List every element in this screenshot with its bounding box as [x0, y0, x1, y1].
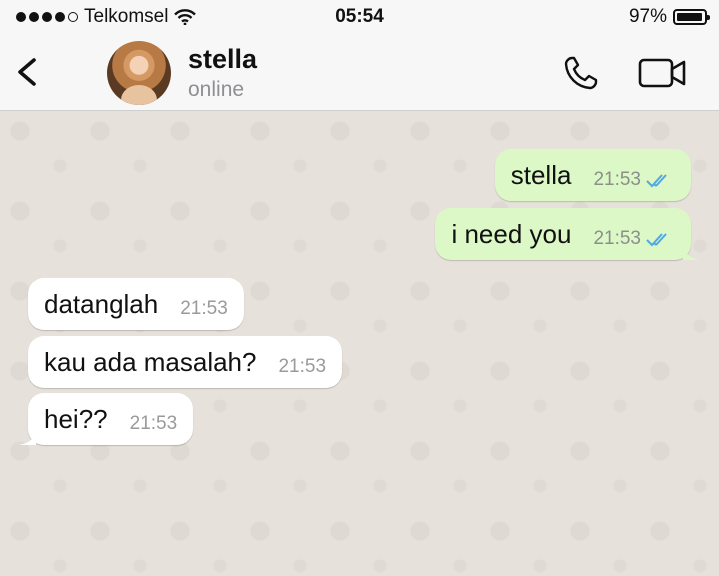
message-time: 21:53 — [180, 298, 228, 319]
message-text: datanglah — [44, 288, 159, 319]
battery-level-fill — [677, 13, 702, 21]
message-time: 21:53 — [278, 356, 327, 377]
read-double-check-icon — [646, 233, 667, 247]
message-text: stella — [510, 159, 572, 190]
message-text: hei?? — [44, 403, 108, 434]
message-time: 21:53 — [593, 228, 641, 249]
read-double-check-icon — [646, 174, 667, 188]
message-bubble-outgoing[interactable]: stella 21:53 — [494, 149, 691, 201]
status-right: 97% — [628, 6, 710, 28]
message-bubble-incoming[interactable]: hei?? 21:53 — [18, 393, 194, 445]
contact-status: online — [188, 78, 245, 101]
message-bubble-incoming[interactable]: kau ada masalah? 21:53 — [28, 336, 343, 388]
message-text: i need you — [451, 218, 572, 249]
bubble-tail — [683, 246, 701, 260]
message-time: 21:53 — [129, 413, 178, 434]
phone-call-icon[interactable] — [560, 52, 602, 94]
contact-avatar[interactable] — [107, 41, 171, 105]
contact-name[interactable]: stella — [188, 44, 257, 75]
message-time: 21:53 — [593, 169, 641, 190]
chat-messages-area[interactable]: stella 21:53 i need you 21:53 datanglah … — [0, 111, 719, 576]
bubble-tail — [18, 431, 36, 445]
chat-header: stella online — [0, 34, 719, 111]
video-call-icon[interactable] — [636, 54, 688, 92]
status-time: 05:54 — [335, 6, 384, 27]
battery-percent: 97% — [628, 6, 667, 27]
message-bubble-incoming[interactable]: datanglah 21:53 — [28, 278, 244, 330]
battery-icon — [673, 9, 710, 25]
message-text: kau ada masalah? — [44, 346, 257, 377]
message-bubble-outgoing[interactable]: i need you 21:53 — [435, 208, 701, 260]
back-chevron-icon[interactable] — [10, 54, 46, 90]
status-bar: Telkomsel 05:54 97% — [0, 0, 719, 34]
